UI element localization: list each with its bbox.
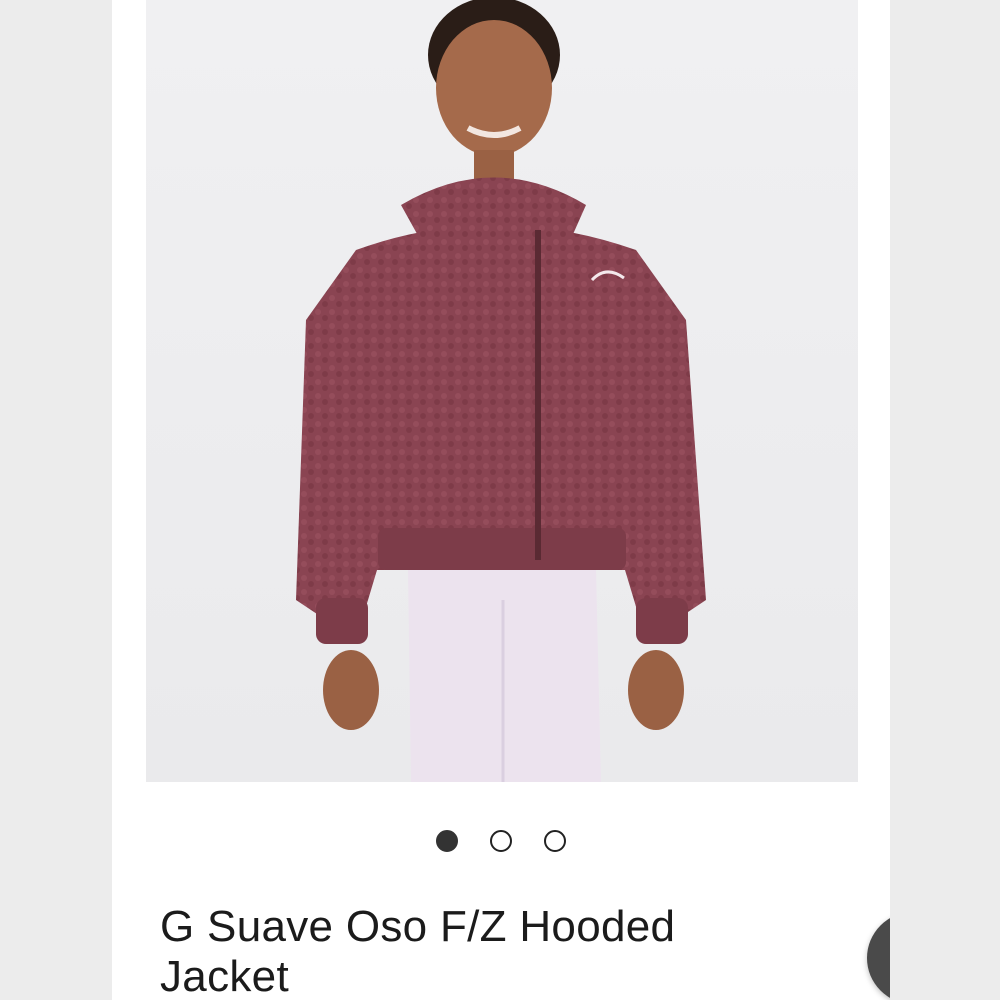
product-title: G Suave Oso F/Z Hooded Jacket xyxy=(160,902,676,1000)
right-side-panel xyxy=(890,0,1000,1000)
left-sleeve xyxy=(296,250,386,640)
right-cuff xyxy=(636,598,688,644)
gallery-pagination xyxy=(112,830,890,852)
gallery-dot-3[interactable] xyxy=(544,830,566,852)
product-photo-illustration xyxy=(296,0,706,782)
left-side-panel xyxy=(0,0,112,1000)
product-image[interactable] xyxy=(146,0,858,782)
product-card: G Suave Oso F/Z Hooded Jacket ? xyxy=(112,0,890,1000)
left-cuff xyxy=(316,598,368,644)
gallery-dot-1[interactable] xyxy=(436,830,458,852)
right-sleeve xyxy=(616,250,706,640)
gallery-dot-2[interactable] xyxy=(490,830,512,852)
waistband xyxy=(378,528,626,570)
left-hand xyxy=(323,650,379,730)
help-button[interactable]: ? xyxy=(867,912,890,1000)
right-hand xyxy=(628,650,684,730)
